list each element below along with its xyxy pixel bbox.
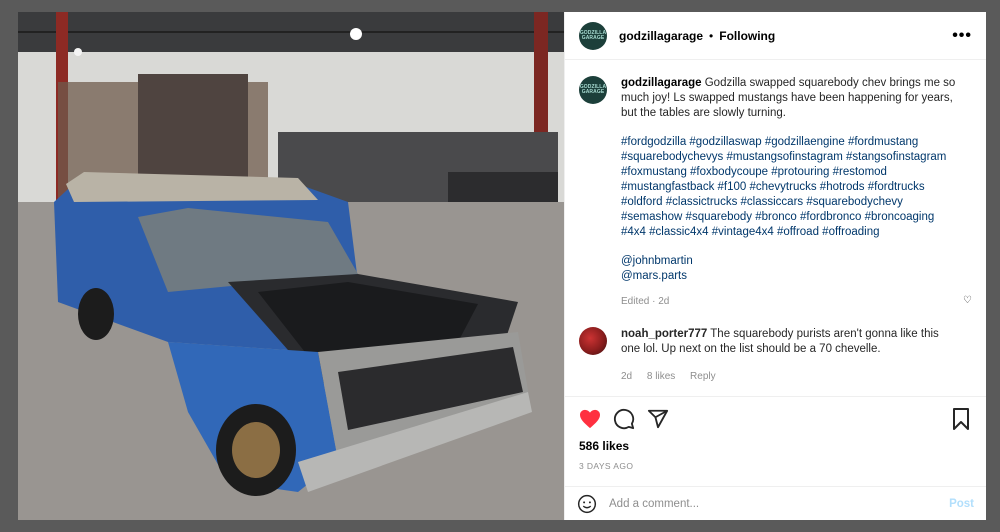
post-dialog: GODZILLA GARAGE godzillagarage • Followi… xyxy=(18,12,986,520)
following-button[interactable]: Following xyxy=(719,29,775,43)
bookmark-icon[interactable] xyxy=(948,406,974,432)
comment-reply-button[interactable]: Reply xyxy=(690,371,716,382)
comment-meta: 2d 8 likes Reply xyxy=(621,369,953,384)
caption-mentions: @johnbmartin @mars.parts xyxy=(621,254,961,284)
mention-johnbmartin[interactable]: @johnbmartin xyxy=(621,254,961,269)
like-count[interactable]: 586 likes xyxy=(579,439,629,453)
caption-hashtags[interactable]: #fordgodzilla #godzillaswap #godzillaeng… xyxy=(621,135,961,240)
separator-dot: • xyxy=(709,28,714,43)
comment-username[interactable]: noah_porter777 xyxy=(621,328,707,340)
author-avatar[interactable]: GODZILLA GARAGE xyxy=(579,21,607,50)
mention-mars-parts[interactable]: @mars.parts xyxy=(621,269,961,284)
comment-body: noah_porter777 The squarebody purists ar… xyxy=(621,327,953,384)
comment-age: 2d xyxy=(621,371,633,382)
caption-body: godzillagarage Godzilla swapped squarebo… xyxy=(621,76,961,309)
post-photo[interactable] xyxy=(18,12,564,520)
avatar-logo-text: GODZILLA GARAGE xyxy=(579,84,607,95)
caption-edited-time: Edited · 2d xyxy=(621,296,670,307)
commenter-avatar[interactable] xyxy=(579,327,607,355)
emoji-icon[interactable] xyxy=(577,494,597,514)
caption-username[interactable]: godzillagarage xyxy=(621,77,702,89)
caption: GODZILLA GARAGE godzillagarage Godzilla … xyxy=(579,76,972,309)
share-icon[interactable] xyxy=(645,406,671,432)
add-comment-input[interactable] xyxy=(609,497,950,510)
post-time-ago: 3 DAYS AGO xyxy=(579,461,634,471)
caption-avatar[interactable]: GODZILLA GARAGE xyxy=(579,76,607,104)
author-username[interactable]: godzillagarage xyxy=(619,29,703,43)
more-options-icon[interactable]: ••• xyxy=(952,27,972,45)
post-header: GODZILLA GARAGE godzillagarage • Followi… xyxy=(565,12,986,60)
post-comment-button[interactable]: Post xyxy=(949,498,974,510)
action-bar xyxy=(565,396,986,440)
avatar-logo-text: GODZILLA GARAGE xyxy=(579,29,607,41)
like-heart-icon[interactable] xyxy=(577,406,603,432)
comment-icon[interactable] xyxy=(611,406,637,432)
comment-item: noah_porter777 The squarebody purists ar… xyxy=(579,327,972,384)
post-side-panel: GODZILLA GARAGE godzillagarage • Followi… xyxy=(564,12,986,520)
add-comment-bar: Post xyxy=(565,486,986,520)
comments-area[interactable]: GODZILLA GARAGE godzillagarage Godzilla … xyxy=(565,60,986,396)
comment-likes[interactable]: 8 likes xyxy=(647,371,675,382)
comment-like-heart-icon[interactable]: ♡ xyxy=(963,295,972,306)
